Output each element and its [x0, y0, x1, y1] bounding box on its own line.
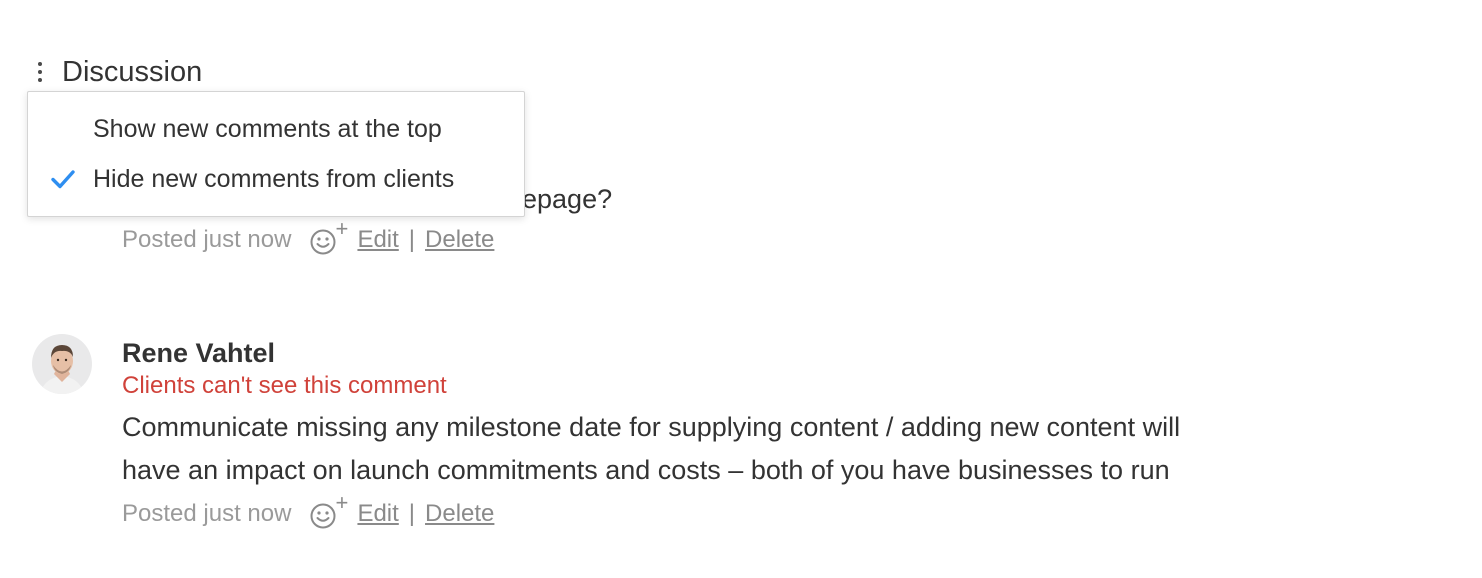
menu-item-label: Hide new comments from clients [93, 164, 455, 193]
separator: | [408, 226, 416, 253]
add-reaction-icon[interactable]: + [309, 490, 348, 530]
comment-text-line: Communicate missing any milestone date f… [122, 412, 1181, 442]
menu-item-show-new-at-top[interactable]: Show new comments at the top [28, 104, 524, 154]
kebab-menu-icon[interactable] [30, 55, 50, 89]
posted-time: Posted just now [122, 500, 292, 527]
discussion-title: Discussion [62, 55, 203, 88]
dot [38, 62, 42, 66]
visibility-note: Clients can't see this comment [122, 372, 447, 399]
dot [38, 70, 42, 74]
checkmark-icon [51, 170, 75, 189]
edit-link[interactable]: Edit [357, 500, 398, 528]
dot [38, 78, 42, 82]
separator: | [408, 500, 416, 527]
edit-link[interactable]: Edit [357, 226, 398, 254]
discussion-options-menu: Show new comments at the top Hide new co… [27, 91, 525, 217]
comment-author: Rene Vahtel [122, 338, 276, 368]
comment-text: epage? [522, 184, 613, 214]
discussion-header: Discussion [30, 52, 202, 92]
menu-item-hide-from-clients[interactable]: Hide new comments from clients [28, 154, 524, 204]
avatar [32, 334, 92, 394]
add-reaction-icon[interactable]: + [309, 216, 348, 256]
comment-meta: Posted just now + Edit | Delete [122, 216, 494, 260]
comment-text: Communicate missing any milestone date f… [122, 406, 1422, 492]
menu-item-label: Show new comments at the top [93, 114, 442, 143]
comment-body: Rene Vahtel Clients can't see this comme… [122, 334, 1422, 534]
comment-meta: Posted just now + Edit | Delete [122, 490, 1422, 534]
delete-link[interactable]: Delete [425, 500, 494, 528]
comment-text-line: have an impact on launch commitments and… [122, 455, 1170, 485]
delete-link[interactable]: Delete [425, 226, 494, 254]
posted-time: Posted just now [122, 226, 292, 253]
